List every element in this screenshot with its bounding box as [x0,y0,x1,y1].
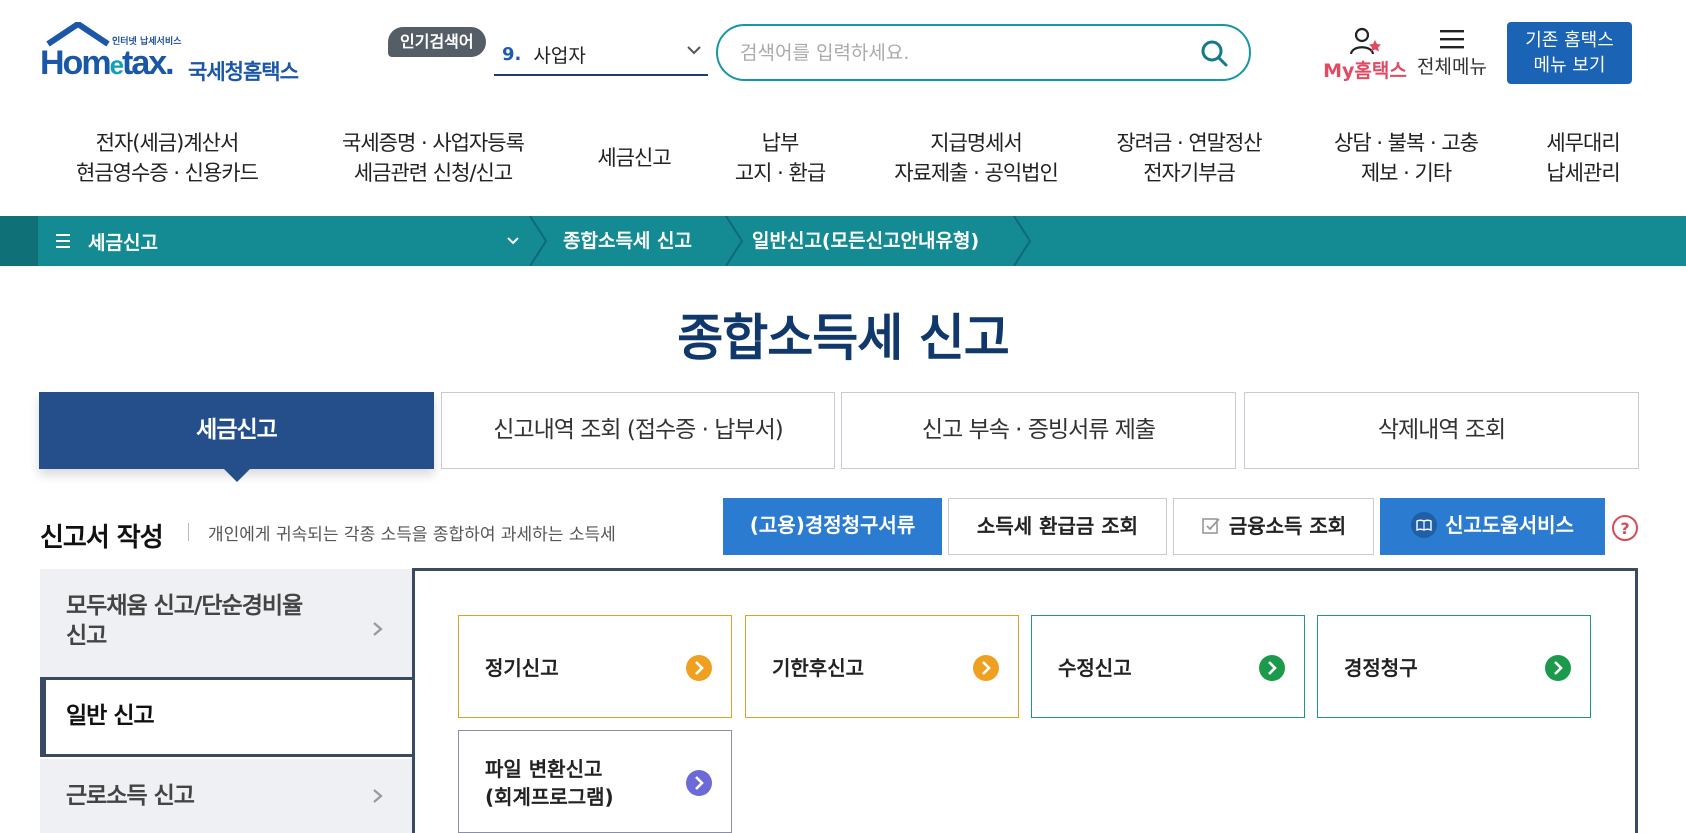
breadcrumb-separator [1013,216,1032,266]
filing-help-service-button[interactable]: 신고도움서비스 [1380,498,1605,555]
svg-text:?: ? [1620,519,1629,538]
popular-term: 사업자 [533,44,586,67]
side-menu-prefilled-label: 모두채움 신고/단순경비율 신고 [66,593,303,649]
logo-korean: 국세청홈택스 [188,60,299,84]
search-box [716,24,1251,81]
gnb-e-invoice[interactable]: 전자(세금)계산서 현금영수증 · 신용카드 [62,128,272,188]
global-navigation: 전자(세금)계산서 현금영수증 · 신용카드 국세증명 · 사업자등록 세금관련 신… [40,128,1646,192]
side-menu-general-label: 일반 신고 [66,703,155,729]
chevron-right-icon [373,622,383,636]
breadcrumb-menu-button[interactable]: 세금신고 [56,216,158,266]
gnb-incentives[interactable]: 장려금 · 연말정산 전자기부금 [1094,128,1284,188]
breadcrumb-separator [529,216,548,266]
claim-documents-button[interactable]: (고용)경정청구서류 [723,498,942,555]
list-icon [56,234,70,248]
active-tab-indicator [224,469,250,482]
refund-inquiry-label: 소득세 환급금 조회 [976,514,1139,538]
help-icon[interactable]: ? [1611,514,1639,542]
card-regular-filing[interactable]: 정기신고 [458,615,732,718]
legacy-line1: 기존 홈택스 [1525,30,1614,51]
search-icon[interactable] [1199,38,1229,68]
breadcrumb-level3[interactable]: 일반신고(모든신고안내유형) [752,216,979,266]
arrow-right-circle-icon [1259,655,1285,681]
search-input[interactable] [740,38,1180,68]
tab-attachments[interactable]: 신고 부속 · 증빙서류 제출 [841,392,1236,469]
checkbox-icon [1202,517,1220,534]
all-menu-button[interactable]: 전체메뉴 [1410,26,1494,82]
card-label: 파일 변환신고 (회계프로그램) [485,757,614,809]
breadcrumb-left-edge [0,216,38,266]
my-hometax-link[interactable]: My홈택스 [1305,26,1425,82]
card-label: 경정청구 [1344,656,1418,680]
breadcrumb-level2[interactable]: 종합소득세 신고 [563,216,692,266]
gnb-certificates[interactable]: 국세증명 · 사업자등록 세금관련 신청/신고 [308,128,558,188]
card-label: 정기신고 [485,656,559,680]
arrow-right-circle-icon [686,770,712,796]
financial-income-label: 금융소득 조회 [1228,514,1347,538]
popular-search-select[interactable]: 9. 사업자 [494,34,708,76]
tab-deleted-history[interactable]: 삭제내역 조회 [1244,392,1639,469]
tab-tax-filing[interactable]: 세금신고 [39,392,434,469]
page-title: 종합소득세 신고 [677,309,1009,367]
gnb-consulting[interactable]: 상담 · 불복 · 고충 제보 · 기타 [1306,128,1506,188]
breadcrumb-separator [725,216,744,266]
gnb-statements[interactable]: 지급명세서 자료제출 · 공익법인 [856,128,1096,188]
chevron-down-icon [687,46,701,55]
side-menu-earned-income[interactable]: 근로소득 신고 [40,759,414,833]
arrow-right-circle-icon [686,655,712,681]
side-menu-prefilled[interactable]: 모두채움 신고/단순경비율 신고 [40,569,414,679]
refund-inquiry-button[interactable]: 소득세 환급금 조회 [948,498,1167,555]
logo-wordmark: Hometax. [40,44,175,82]
legacy-line2: 메뉴 보기 [1533,55,1606,76]
side-menu-earned-income-label: 근로소득 신고 [66,783,195,809]
arrow-right-circle-icon [1545,655,1571,681]
card-amended-filing[interactable]: 수정신고 [1031,615,1305,718]
legacy-menu-button[interactable]: 기존 홈택스 메뉴 보기 [1507,22,1632,84]
card-label: 수정신고 [1058,656,1132,680]
hometax-logo[interactable]: 인터넷 납세서비스 Hometax. 국세청홈택스 [40,22,310,84]
breadcrumb-menu-label: 세금신고 [88,231,158,254]
card-label: 기한후신고 [772,656,864,680]
popular-search-badge: 인기검색어 [388,27,486,57]
gnb-tax-filing[interactable]: 세금신고 [564,143,704,173]
divider [188,523,189,541]
filing-type-panel: 정기신고 기한후신고 수정신고 경정청구 파일 변환신고 (회계프로그램) [412,568,1638,833]
section-description: 개인에게 귀속되는 각종 소득을 종합하여 과세하는 소득세 [208,525,616,545]
gnb-tax-agent[interactable]: 세무대리 납세관리 [1520,128,1646,188]
gnb-payment[interactable]: 납부 고지 · 환급 [700,128,860,188]
user-star-icon [1349,27,1381,55]
claim-documents-label: (고용)경정청구서류 [749,513,916,537]
chevron-down-icon[interactable] [506,234,520,248]
breadcrumb: 세금신고 종합소득세 신고 일반신고(모든신고안내유형) [0,216,1686,266]
my-hometax-label: My홈택스 [1323,60,1407,82]
side-menu-general[interactable]: 일반 신고 [40,677,414,757]
card-late-filing[interactable]: 기한후신고 [745,615,1019,718]
book-icon [1411,511,1438,538]
hamburger-icon [1440,30,1464,49]
filing-help-service-label: 신고도움서비스 [1445,513,1574,537]
tab-filing-history[interactable]: 신고내역 조회 (접수증 · 납부서) [441,392,835,469]
section-title: 신고서 작성 [40,523,164,553]
chevron-right-icon [373,789,383,803]
card-correction-claim[interactable]: 경정청구 [1317,615,1591,718]
arrow-right-circle-icon [973,655,999,681]
card-file-conversion[interactable]: 파일 변환신고 (회계프로그램) [458,730,732,833]
all-menu-label: 전체메뉴 [1417,56,1487,78]
popular-rank: 9. [502,43,522,65]
financial-income-button[interactable]: 금융소득 조회 [1173,498,1374,555]
